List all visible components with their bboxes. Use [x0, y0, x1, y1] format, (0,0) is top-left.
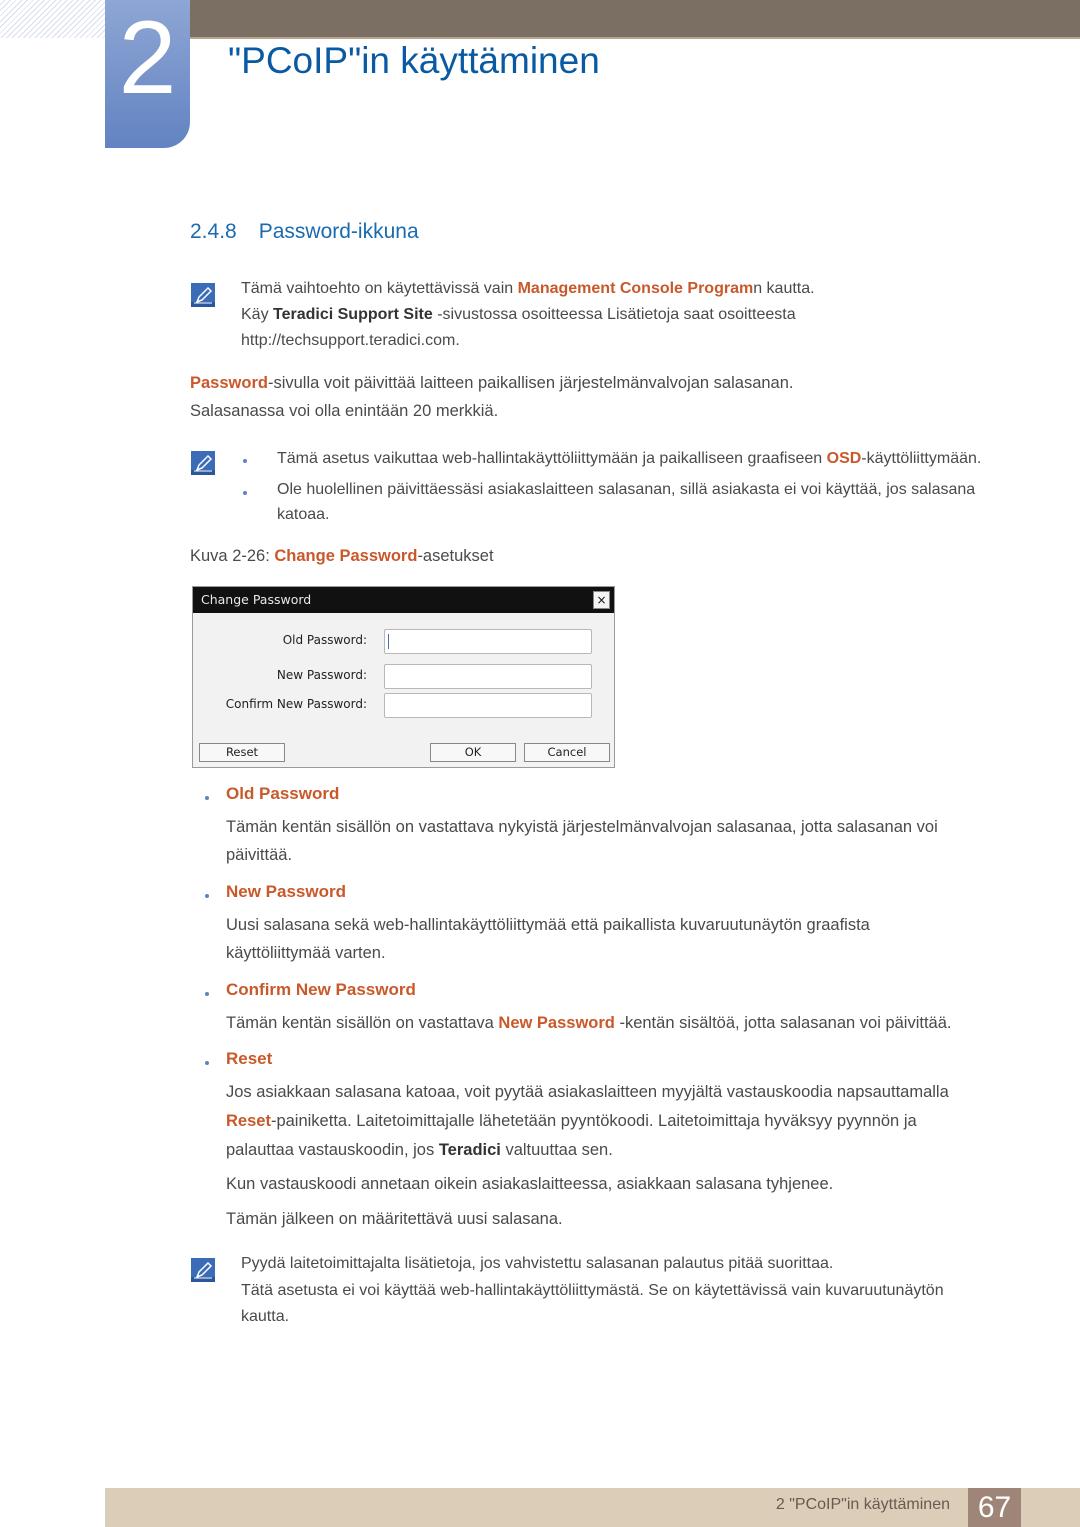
dialog-titlebar: Change Password × [193, 587, 614, 613]
chapter-title: "PCoIP"in käyttäminen [228, 40, 600, 81]
highlight-change-password: Change Password [274, 547, 418, 565]
text: Tämä vaihtoehto on käytettävissä vain [241, 280, 518, 297]
note-pencil-icon [191, 451, 215, 475]
bullet-icon [205, 796, 209, 800]
item-title-confirm-password: Confirm New Password [226, 980, 416, 999]
text: Käy [241, 306, 274, 323]
bullet-icon [205, 1061, 209, 1065]
reset-para2: Kun vastauskoodi annetaan oikein asiakas… [226, 1175, 834, 1193]
old-password-desc-line1: Tämän kentän sisällön on vastattava nyky… [226, 818, 938, 836]
note3-line3: kautta. [241, 1308, 290, 1325]
section-number: 2.4.8 [190, 220, 237, 243]
text: -käyttöliittymään. [861, 450, 982, 467]
old-password-desc-line2: päivittää. [226, 846, 293, 864]
confirm-password-field[interactable] [384, 693, 592, 718]
intro-line1: Password-sivulla voit päivittää laitteen… [190, 370, 794, 397]
note1-line2: Käy Teradici Support Site -sivustossa os… [241, 302, 796, 329]
reset-desc-line3: palauttaa vastauskoodin, jos Teradici va… [226, 1137, 613, 1164]
new-password-field[interactable] [384, 664, 592, 689]
page-footer: 2 "PCoIP"in käyttäminen 67 [105, 1488, 1080, 1527]
bullet-icon [243, 459, 247, 463]
header-hatch-decoration [0, 0, 105, 38]
text: valtuuttaa sen. [500, 1141, 613, 1159]
text: n kautta. [753, 280, 815, 297]
new-password-desc-line2: käyttöliittymää varten. [226, 944, 386, 962]
text-caret [388, 634, 389, 649]
dialog-title: Change Password [201, 592, 312, 607]
reset-button[interactable]: Reset [199, 743, 285, 762]
item-title-new-password: New Password [226, 882, 346, 901]
item-title-reset: Reset [226, 1049, 273, 1068]
text: Tämän kentän sisällön on vastattava [226, 1014, 499, 1032]
cancel-button[interactable]: Cancel [524, 743, 610, 762]
support-url: http://techsupport.teradici.com. [241, 332, 460, 349]
bullet-icon [205, 992, 209, 996]
reset-para3: Tämän jälkeen on määritettävä uusi salas… [226, 1210, 563, 1228]
chapter-tab: 2 [105, 0, 190, 148]
close-icon[interactable]: × [593, 591, 610, 609]
header-bar [190, 0, 1080, 39]
new-password-desc-line1: Uusi salasana sekä web-hallintakäyttölii… [226, 916, 870, 934]
text: -asetukset [417, 547, 494, 565]
note-pencil-icon [191, 1258, 215, 1282]
highlight-reset: Reset [226, 1112, 271, 1130]
new-password-label: New Password: [276, 668, 367, 682]
bold-teradici-support-site: Teradici Support Site [273, 306, 433, 323]
highlight-management-console: Management Console Program [517, 280, 754, 297]
reset-desc-line1: Jos asiakkaan salasana katoaa, voit pyyt… [226, 1083, 949, 1101]
reset-desc-line2: Reset-painiketta. Laitetoimittajalle läh… [226, 1108, 917, 1135]
bullet-icon [205, 894, 209, 898]
figure-caption: Kuva 2-26: Change Password-asetukset [190, 543, 494, 570]
text: Kuva 2-26: [190, 547, 275, 565]
section-title: Password-ikkuna [258, 220, 419, 243]
confirm-password-label: Confirm New Password: [225, 697, 367, 711]
old-password-field[interactable] [384, 629, 592, 654]
item-title-old-password: Old Password [226, 784, 340, 803]
note2-bullet2-line2: katoaa. [277, 506, 330, 523]
text: palauttaa vastauskoodin, jos [226, 1141, 439, 1159]
note2-bullet1: Tämä asetus vaikuttaa web-hallintakäyttö… [277, 446, 981, 473]
page-number: 67 [968, 1488, 1021, 1527]
note3-line2: Tätä asetusta ei voi käyttää web-hallint… [241, 1282, 944, 1299]
note3-line1: Pyydä laitetoimittajalta lisätietoja, jo… [241, 1255, 834, 1272]
text: -kentän sisältöä, jotta salasanan voi pä… [614, 1014, 952, 1032]
note2-bullet2-line1: Ole huolellinen päivittäessäsi asiakasla… [277, 481, 976, 498]
note1-line1: Tämä vaihtoehto on käytettävissä vain Ma… [241, 276, 815, 303]
old-password-label: Old Password: [282, 633, 367, 647]
text: -sivulla voit päivittää laitteen paikall… [267, 374, 794, 392]
bold-teradici: Teradici [438, 1141, 501, 1159]
footer-chapter-label: 2 "PCoIP"in käyttäminen [775, 1496, 950, 1513]
section-heading: 2.4.8 Password-ikkuna [190, 220, 419, 244]
confirm-password-desc: Tämän kentän sisällön on vastattava New … [226, 1010, 952, 1037]
highlight-osd: OSD [826, 450, 862, 467]
highlight-password: Password [190, 374, 268, 392]
change-password-dialog: Change Password × Old Password: New Pass… [192, 586, 615, 768]
text: -sivustossa osoitteessa Lisätietoja saat… [432, 306, 796, 323]
highlight-new-password: New Password [498, 1014, 615, 1032]
text: Tämä asetus vaikuttaa web-hallintakäyttö… [277, 450, 827, 467]
text: -painiketta. Laitetoimittajalle lähetetä… [270, 1112, 917, 1130]
ok-button[interactable]: OK [430, 743, 516, 762]
note-pencil-icon [191, 283, 215, 307]
intro-line2: Salasanassa voi olla enintään 20 merkkiä… [190, 402, 499, 420]
bullet-icon [243, 491, 247, 495]
chapter-number: 2 [118, 0, 177, 116]
